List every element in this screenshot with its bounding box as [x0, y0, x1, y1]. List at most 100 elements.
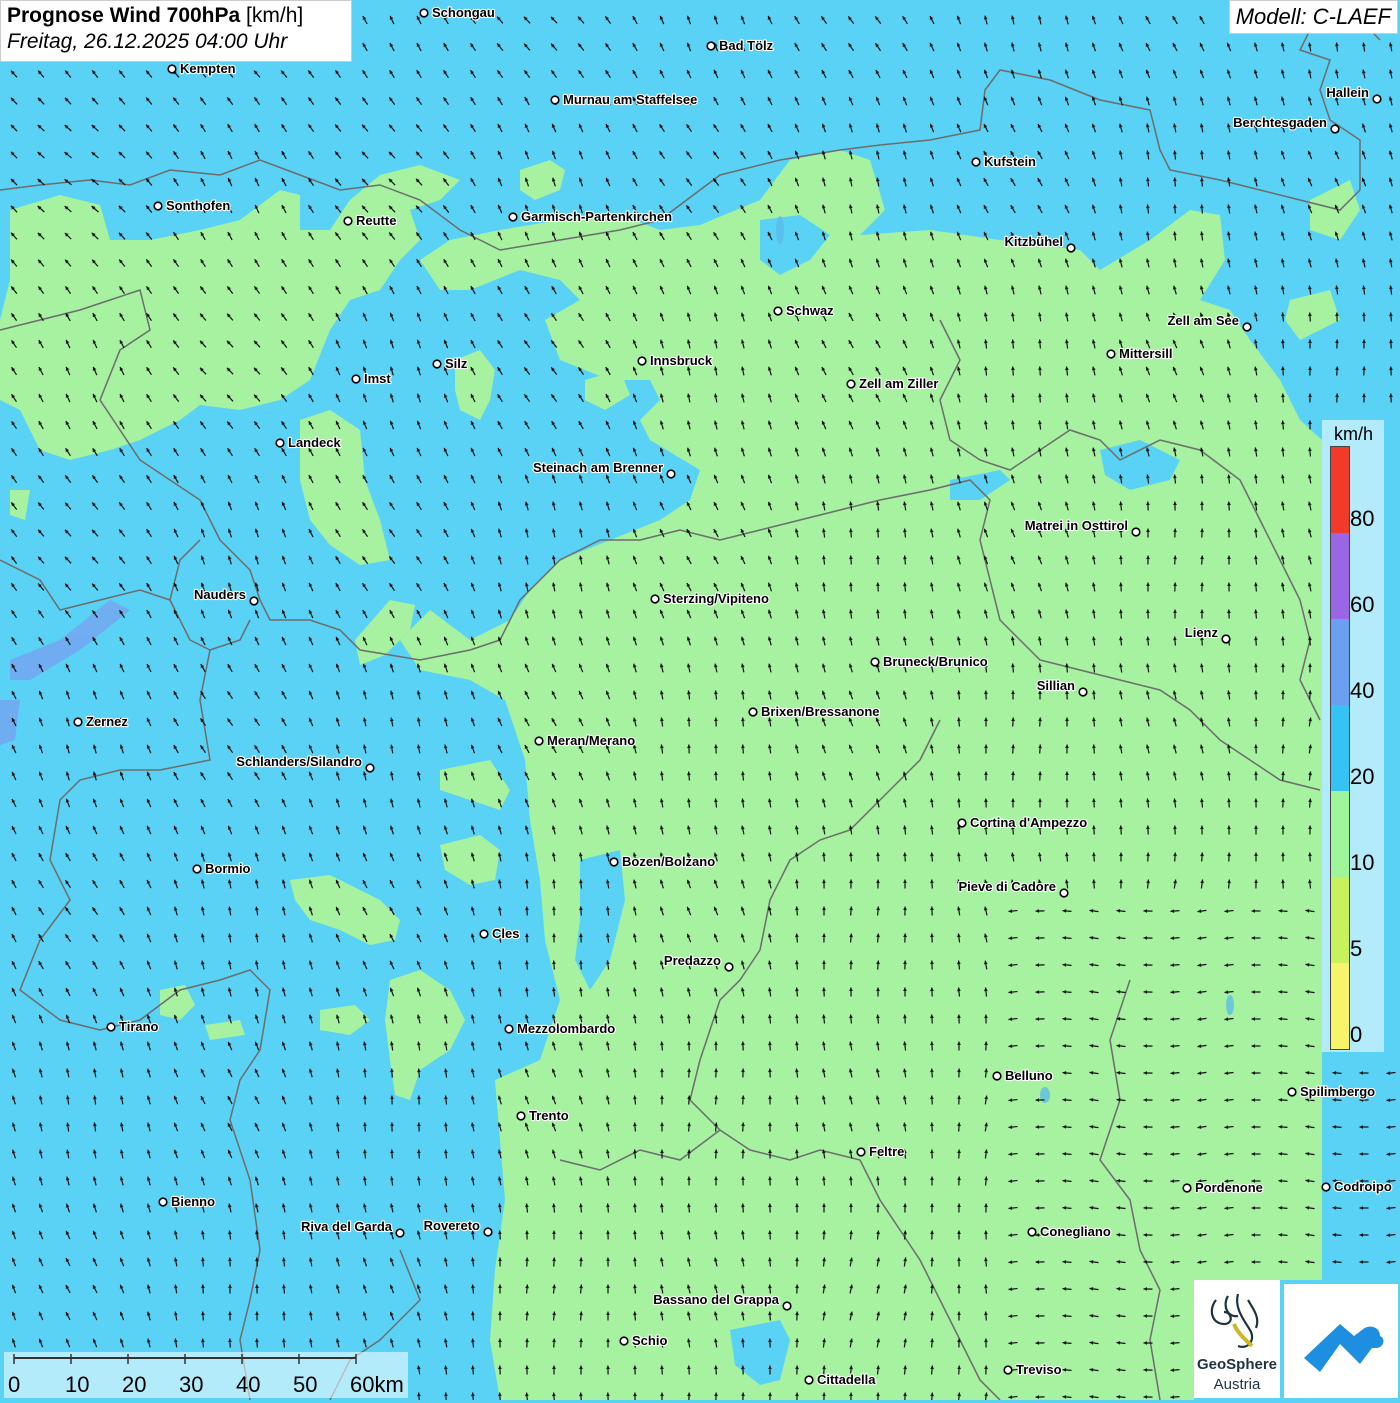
legend-swatch [1331, 877, 1349, 963]
city-marker-icon [958, 819, 966, 827]
title-box: Prognose Wind 700hPa [km/h] Freitag, 26.… [0, 0, 352, 62]
city-marker-icon [250, 597, 258, 605]
city-label: Predazzo [664, 953, 721, 968]
city-label: Mezzolombardo [517, 1021, 615, 1036]
city-marker-icon [638, 357, 646, 365]
city-marker-icon [396, 1229, 404, 1237]
city-cortina-d-ampezzo: Cortina d'Ampezzo [958, 815, 1087, 830]
map-title-unit: [km/h] [246, 4, 303, 27]
city-label: Garmisch-Partenkirchen [521, 209, 672, 224]
city-marker-icon [667, 470, 675, 478]
city-marker-icon [509, 213, 517, 221]
city-label: Matrei in Osttirol [1025, 518, 1128, 533]
city-label: Pieve di Cadore [958, 879, 1056, 894]
city-marker-icon [420, 9, 428, 17]
city-label: Treviso [1016, 1362, 1062, 1377]
city-label: Bruneck/Brunico [883, 654, 988, 669]
city-label: Riva del Garda [301, 1219, 393, 1234]
color-legend: km/h 806040201050 [1322, 420, 1384, 1052]
city-label: Cortina d'Ampezzo [970, 815, 1087, 830]
city-label: Schio [632, 1333, 667, 1348]
city-label: Belluno [1005, 1068, 1053, 1083]
city-label: Kufstein [984, 154, 1036, 169]
city-marker-icon [344, 217, 352, 225]
city-bruneck-brunico: Bruneck/Brunico [871, 654, 988, 669]
scale-bar: 0102030405060km [4, 1352, 408, 1398]
city-label: Hallein [1326, 85, 1369, 100]
legend-swatch [1331, 791, 1349, 877]
city-label: Mittersill [1119, 346, 1172, 361]
city-brixen-bressanone: Brixen/Bressanone [749, 704, 879, 719]
geosphere-logo: GeoSphere Austria [1194, 1280, 1280, 1398]
city-marker-icon [517, 1112, 525, 1120]
geosphere-country: Austria [1194, 1376, 1280, 1393]
city-marker-icon [505, 1025, 513, 1033]
city-bozen-bolzano: Bozen/Bolzano [610, 854, 715, 869]
city-sonthofen: Sonthofen [154, 198, 230, 213]
city-marker-icon [352, 375, 360, 383]
city-label: Berchtesgaden [1233, 115, 1327, 130]
geosphere-emblem-icon [1194, 1280, 1280, 1356]
city-label: Zernez [86, 714, 128, 729]
city-label: Trento [529, 1108, 569, 1123]
city-marker-icon [847, 380, 855, 388]
city-label: Bienno [171, 1194, 215, 1209]
city-marker-icon [774, 307, 782, 315]
city-marker-icon [1067, 244, 1075, 252]
city-marker-icon [857, 1148, 865, 1156]
city-marker-icon [707, 42, 715, 50]
city-label: Feltre [869, 1144, 904, 1159]
city-innsbruck: Innsbruck [638, 353, 713, 368]
city-marker-icon [1322, 1183, 1330, 1191]
city-label: Nauders [194, 587, 246, 602]
city-marker-icon [1132, 528, 1140, 536]
legend-label: 60 [1350, 592, 1374, 618]
legend-label: 5 [1350, 936, 1362, 962]
city-marker-icon [1060, 889, 1068, 897]
city-label: Sillian [1037, 678, 1075, 693]
city-label: Schlanders/Silandro [236, 754, 362, 769]
city-marker-icon [993, 1072, 1001, 1080]
city-label: Zell am See [1167, 313, 1239, 328]
map-title: Prognose Wind 700hPa [km/h] [7, 4, 345, 28]
city-marker-icon [168, 65, 176, 73]
scale-label: 10 [65, 1372, 89, 1398]
city-marker-icon [74, 718, 82, 726]
city-label: Bormio [205, 861, 251, 876]
legend-swatch [1331, 705, 1349, 791]
city-label: Innsbruck [650, 353, 713, 368]
legend-swatch [1331, 533, 1349, 619]
legend-label: 40 [1350, 678, 1374, 704]
city-marker-icon [484, 1228, 492, 1236]
city-schongau: Schongau [420, 5, 495, 20]
map-title-main: Prognose Wind 700hPa [7, 4, 240, 27]
city-label: Brixen/Bressanone [761, 704, 880, 719]
city-zell-am-ziller: Zell am Ziller [847, 376, 938, 391]
city-label: Steinach am Brenner [533, 460, 663, 475]
city-label: Cles [492, 926, 519, 941]
city-marker-icon [433, 360, 441, 368]
city-marker-icon [620, 1337, 628, 1345]
city-label: Lienz [1185, 625, 1219, 640]
legend-label: 80 [1350, 506, 1374, 532]
city-label: Bozen/Bolzano [622, 854, 715, 869]
city-marker-icon [107, 1023, 115, 1031]
city-conegliano: Conegliano [1028, 1224, 1111, 1239]
city-label: Spilimbergo [1300, 1084, 1375, 1099]
city-label: Codroipo [1334, 1179, 1392, 1194]
city-marker-icon [159, 1198, 167, 1206]
city-marker-icon [1079, 688, 1087, 696]
weather-app-logo [1284, 1284, 1398, 1398]
legend-label: 10 [1350, 850, 1374, 876]
city-marker-icon [1373, 95, 1381, 103]
city-label: Silz [445, 356, 468, 371]
city-marker-icon [610, 858, 618, 866]
city-marker-icon [480, 930, 488, 938]
legend-swatch [1331, 619, 1349, 705]
wind-map: SchongauBad TölzKemptenMurnau am Staffel… [0, 0, 1400, 1400]
cloud-mountain-icon [1284, 1284, 1398, 1398]
legend-swatch [1331, 963, 1349, 1049]
city-marker-icon [871, 658, 879, 666]
city-label: Tirano [119, 1019, 159, 1034]
city-label: Pordenone [1195, 1180, 1263, 1195]
